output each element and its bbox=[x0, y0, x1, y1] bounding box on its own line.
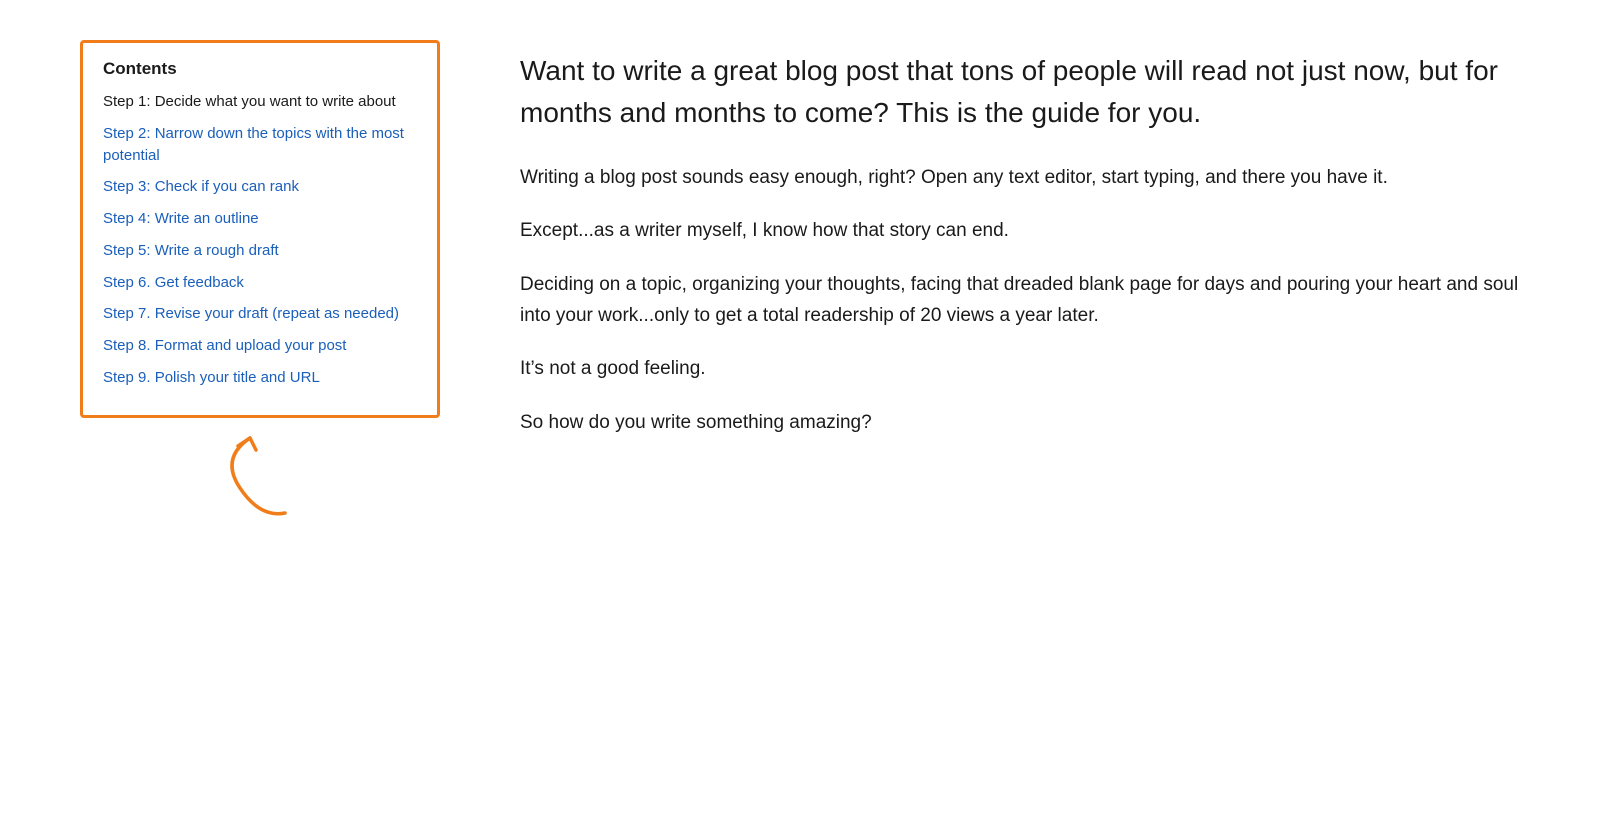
body-paragraph-1: Writing a blog post sounds easy enough, … bbox=[520, 162, 1540, 193]
body-paragraph-3: Deciding on a topic, organizing your tho… bbox=[520, 269, 1540, 332]
contents-item-step1: Step 1: Decide what you want to write ab… bbox=[103, 91, 417, 113]
intro-paragraph: Want to write a great blog post that ton… bbox=[520, 50, 1540, 134]
body-paragraphs: Writing a blog post sounds easy enough, … bbox=[520, 162, 1540, 438]
contents-item-step7[interactable]: Step 7. Revise your draft (repeat as nee… bbox=[103, 303, 417, 325]
right-panel: Want to write a great blog post that ton… bbox=[520, 40, 1540, 792]
arrow-icon bbox=[200, 428, 320, 528]
contents-list: Step 1: Decide what you want to write ab… bbox=[103, 91, 417, 389]
contents-item-step8[interactable]: Step 8. Format and upload your post bbox=[103, 335, 417, 357]
contents-item-step9[interactable]: Step 9. Polish your title and URL bbox=[103, 367, 417, 389]
contents-item-step5[interactable]: Step 5: Write a rough draft bbox=[103, 240, 417, 262]
contents-item-step2[interactable]: Step 2: Narrow down the topics with the … bbox=[103, 123, 417, 167]
contents-title: Contents bbox=[103, 59, 417, 79]
arrow-container bbox=[80, 428, 440, 528]
body-paragraph-4: It’s not a good feeling. bbox=[520, 353, 1540, 384]
contents-item-step3[interactable]: Step 3: Check if you can rank bbox=[103, 176, 417, 198]
contents-item-step4[interactable]: Step 4: Write an outline bbox=[103, 208, 417, 230]
body-paragraph-5: So how do you write something amazing? bbox=[520, 407, 1540, 438]
body-paragraph-2: Except...as a writer myself, I know how … bbox=[520, 215, 1540, 246]
left-panel: Contents Step 1: Decide what you want to… bbox=[60, 40, 460, 792]
contents-item-step6[interactable]: Step 6. Get feedback bbox=[103, 272, 417, 294]
contents-box: Contents Step 1: Decide what you want to… bbox=[80, 40, 440, 418]
